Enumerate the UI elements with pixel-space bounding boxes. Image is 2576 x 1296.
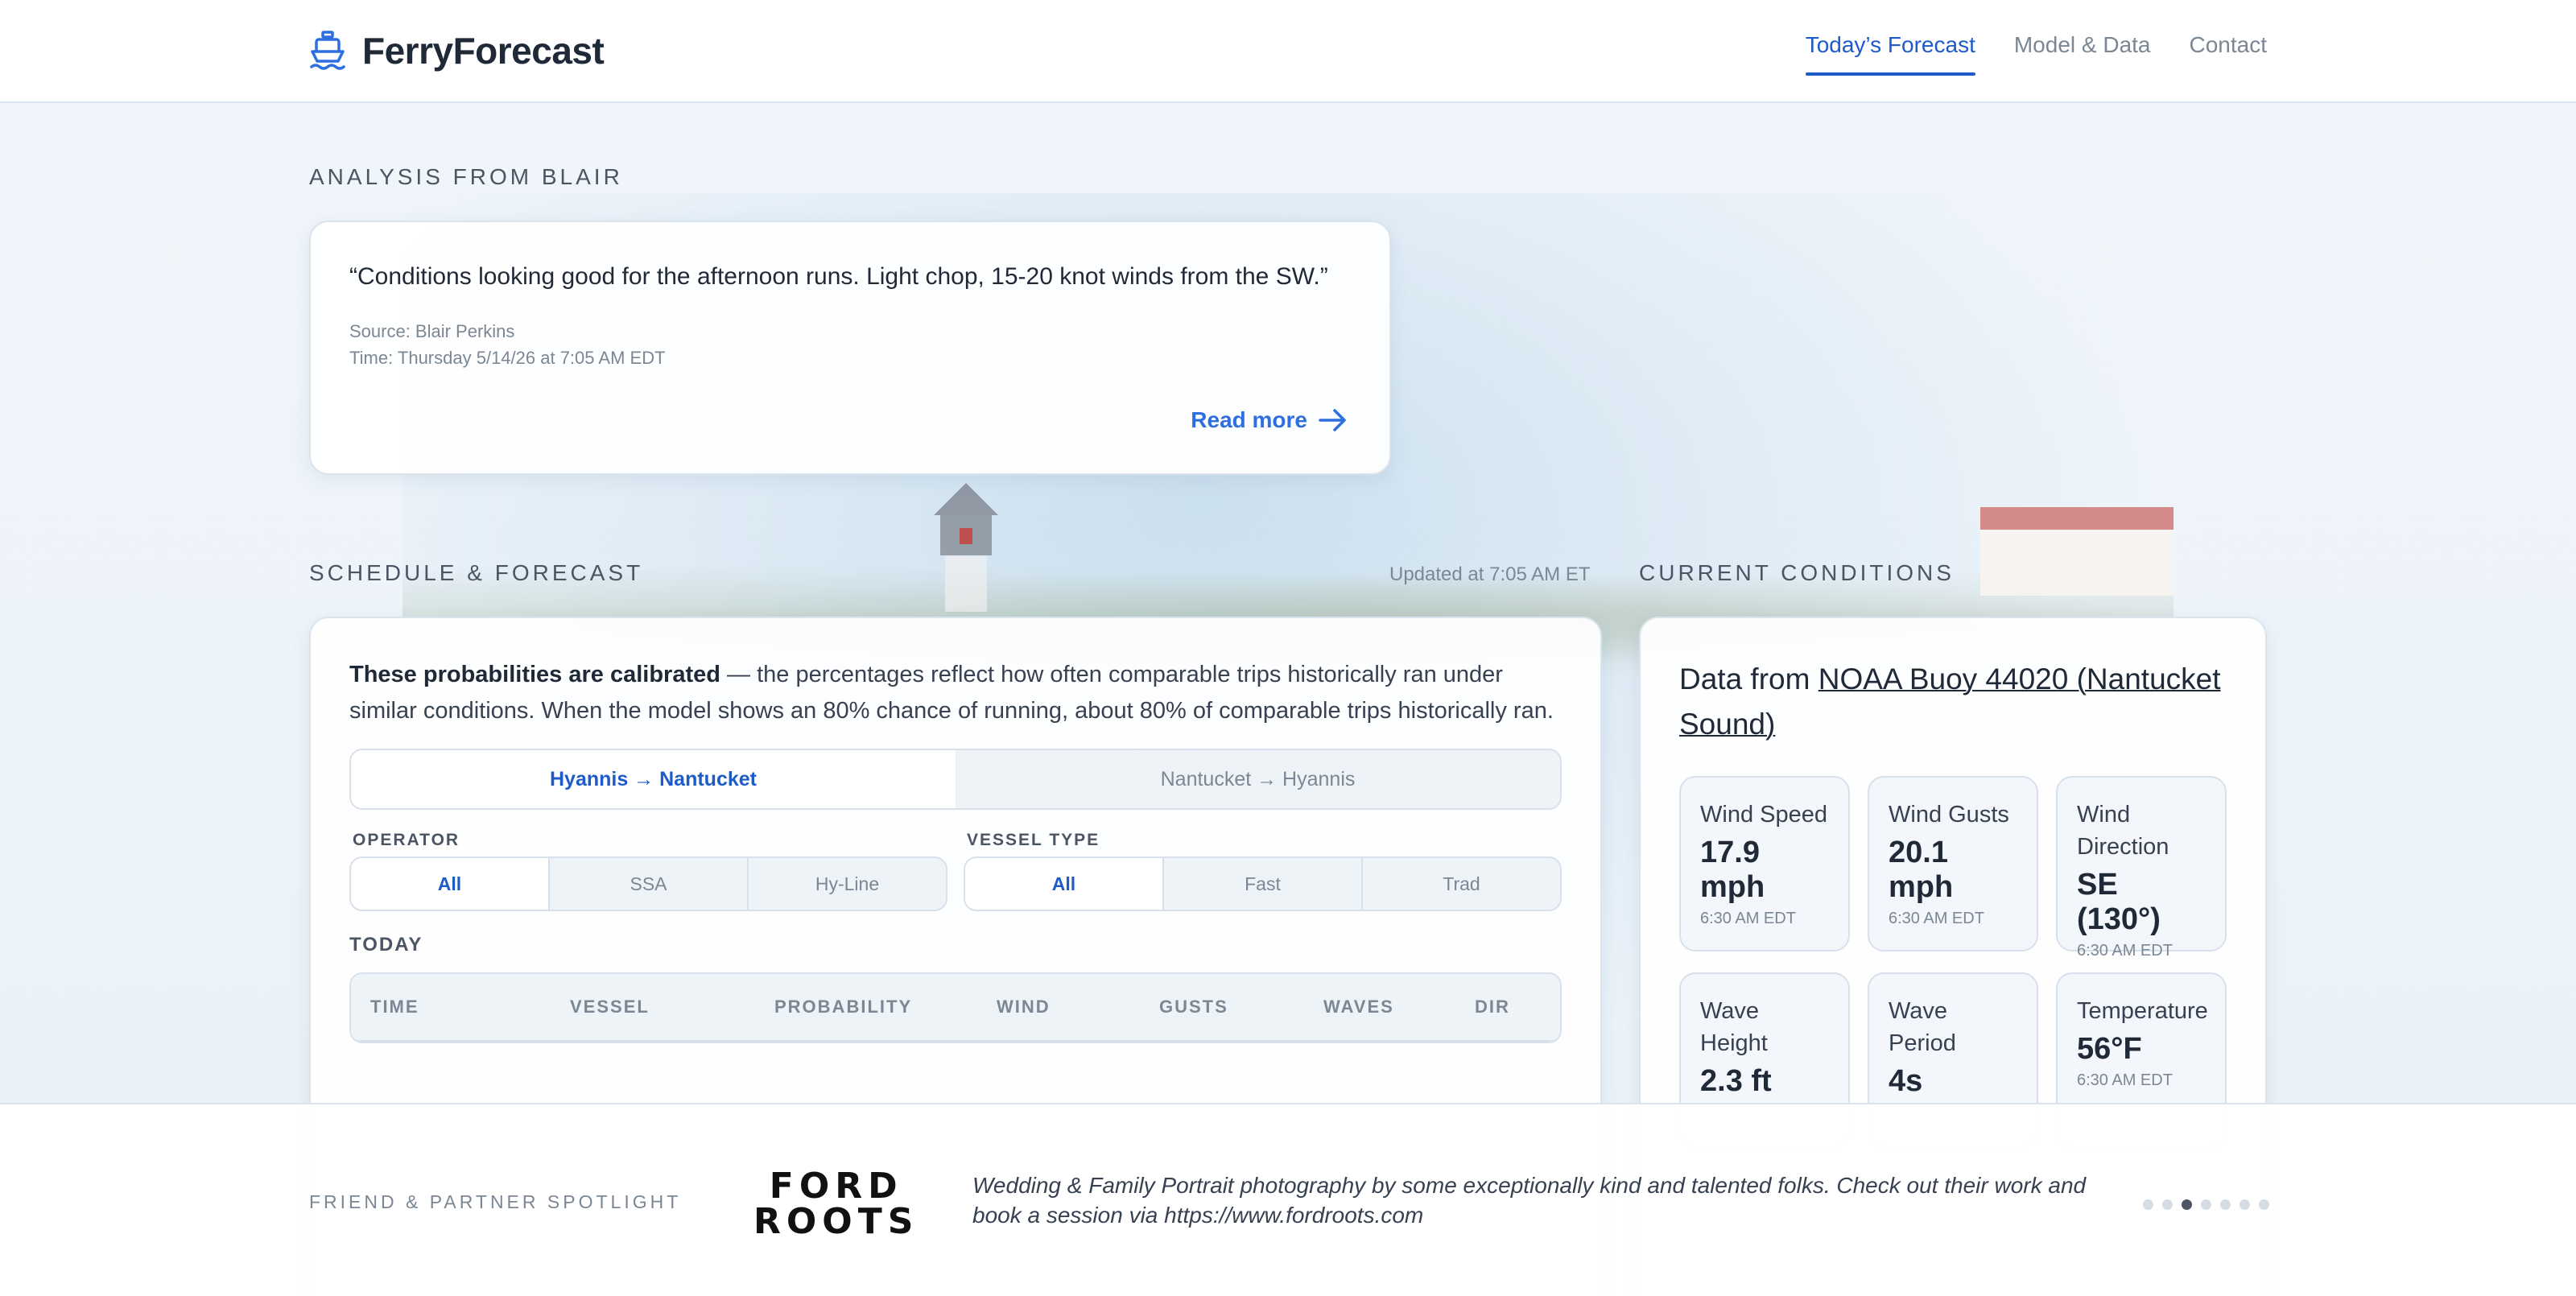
tile-time: 6:30 AM EDT bbox=[2077, 1071, 2173, 1089]
vessel-all[interactable]: All bbox=[965, 858, 1164, 910]
calibration-bold: These probabilities are calibrated bbox=[349, 662, 720, 687]
route-nantucket-hyannis[interactable]: Nantucket → Hyannis bbox=[956, 750, 1560, 808]
analysis-section-title: ANALYSIS FROM BLAIR bbox=[309, 164, 623, 189]
data-from-label: Data from bbox=[1679, 662, 1818, 695]
lighthouse-illustration bbox=[934, 483, 998, 612]
tile-value: 2.3 ft bbox=[1700, 1064, 1772, 1098]
tile-label: Temperature bbox=[2077, 998, 2208, 1024]
ford-roots-logo[interactable]: FORD ROOTS bbox=[753, 1169, 919, 1240]
col-gusts[interactable]: GUSTS bbox=[1159, 997, 1323, 1017]
tile-value: 4s bbox=[1889, 1064, 1923, 1098]
top-navigation-bar: FerryForecast Today’s Forecast Model & D… bbox=[0, 0, 2576, 103]
tile-label: Wave Period bbox=[1889, 998, 1956, 1056]
carousel-dot-active[interactable] bbox=[2182, 1199, 2192, 1210]
col-wind[interactable]: WIND bbox=[997, 997, 1159, 1017]
partner-description: Wedding & Family Portrait photography by… bbox=[972, 1173, 2087, 1228]
tile-value: 56°F bbox=[2077, 1032, 2142, 1066]
carousel-dot[interactable] bbox=[2143, 1199, 2153, 1210]
tile-wind-gusts: Wind Gusts 20.1 mph 6:30 AM EDT bbox=[1868, 776, 2038, 951]
tile-time: 6:30 AM EDT bbox=[2077, 942, 2173, 960]
carousel-dot[interactable] bbox=[2201, 1199, 2211, 1210]
operator-segmented-control: All SSA Hy-Line bbox=[349, 856, 947, 911]
partner-spotlight-label: FRIEND & PARTNER SPOTLIGHT bbox=[309, 1191, 682, 1212]
vessel-fast[interactable]: Fast bbox=[1164, 858, 1363, 910]
schedule-table: TIME VESSEL PROBABILITY WIND GUSTS WAVES… bbox=[349, 972, 1562, 1043]
filters: OPERATOR All SSA Hy-Line VESSEL TYPE All… bbox=[349, 831, 1562, 911]
analysis-quote: “Conditions looking good for the afterno… bbox=[349, 263, 1328, 290]
logo-line-2: ROOTS bbox=[753, 1201, 919, 1242]
col-waves[interactable]: WAVES bbox=[1323, 997, 1475, 1017]
brand-name: FerryForecast bbox=[362, 30, 605, 72]
operator-all[interactable]: All bbox=[351, 858, 550, 910]
read-more-label: Read more bbox=[1191, 407, 1307, 432]
carousel-dot[interactable] bbox=[2162, 1199, 2173, 1210]
logo-line-1: FORD bbox=[769, 1166, 903, 1207]
conditions-section-title: CURRENT CONDITIONS bbox=[1639, 560, 1955, 585]
vessel-trad[interactable]: Trad bbox=[1363, 858, 1560, 910]
carousel-dots bbox=[2143, 1199, 2269, 1210]
conditions-source: Data from NOAA Buoy 44020 (Nantucket Sou… bbox=[1679, 657, 2227, 747]
tile-time: 6:30 AM EDT bbox=[1700, 910, 1796, 927]
nav-todays-forecast[interactable]: Today’s Forecast bbox=[1805, 32, 1976, 76]
tile-label: Wave Height bbox=[1700, 998, 1768, 1056]
operator-hy-line[interactable]: Hy-Line bbox=[749, 858, 946, 910]
analysis-meta: Source: Blair Perkins Time: Thursday 5/1… bbox=[349, 318, 1351, 371]
tile-value: 17.9 mph bbox=[1700, 836, 1765, 904]
col-vessel[interactable]: VESSEL bbox=[570, 997, 774, 1017]
operator-ssa[interactable]: SSA bbox=[550, 858, 749, 910]
nav-contact[interactable]: Contact bbox=[2190, 32, 2268, 76]
operator-filter: OPERATOR All SSA Hy-Line bbox=[349, 831, 947, 911]
ferry-icon bbox=[310, 31, 345, 70]
conditions-tiles: Wind Speed 17.9 mph 6:30 AM EDT Wind Gus… bbox=[1679, 776, 2227, 1148]
tile-label: Wind Speed bbox=[1700, 802, 1827, 828]
calibration-note: These probabilities are calibrated — the… bbox=[349, 657, 1562, 729]
tile-label: Wind Direction bbox=[2077, 802, 2169, 860]
schedule-section-title: SCHEDULE & FORECAST bbox=[309, 560, 644, 585]
vessel-type-label: VESSEL TYPE bbox=[967, 831, 1100, 849]
carousel-dot[interactable] bbox=[2220, 1199, 2231, 1210]
read-more-link[interactable]: Read more bbox=[1191, 407, 1348, 433]
today-heading: TODAY bbox=[349, 934, 423, 955]
tile-wind-speed: Wind Speed 17.9 mph 6:30 AM EDT bbox=[1679, 776, 1850, 951]
analysis-time: Time: Thursday 5/14/26 at 7:05 AM EDT bbox=[349, 348, 666, 368]
route-hyannis-nantucket[interactable]: Hyannis → Nantucket bbox=[351, 750, 956, 808]
tile-label: Wind Gusts bbox=[1889, 802, 2009, 828]
updated-timestamp: Updated at 7:05 AM ET bbox=[1389, 563, 1591, 585]
col-dir[interactable]: DIR bbox=[1475, 997, 1555, 1017]
vessel-type-segmented-control: All Fast Trad bbox=[964, 856, 1562, 911]
analysis-card: “Conditions looking good for the afterno… bbox=[309, 221, 1391, 475]
route-toggle: Hyannis → Nantucket Nantucket → Hyannis bbox=[349, 749, 1562, 810]
vessel-type-filter: VESSEL TYPE All Fast Trad bbox=[964, 831, 1562, 911]
carousel-dot[interactable] bbox=[2240, 1199, 2250, 1210]
col-time[interactable]: TIME bbox=[370, 997, 570, 1017]
tile-value: 20.1 mph bbox=[1889, 836, 1954, 904]
tile-value: SE (130°) bbox=[2077, 868, 2161, 936]
house-illustration bbox=[1980, 507, 2174, 596]
tile-wind-direction: Wind Direction SE (130°) 6:30 AM EDT bbox=[2056, 776, 2227, 960]
col-probability[interactable]: PROBABILITY bbox=[774, 997, 997, 1017]
partner-spotlight-bar: FRIEND & PARTNER SPOTLIGHT FORD ROOTS We… bbox=[0, 1103, 2576, 1296]
arrow-right-icon bbox=[1319, 409, 1346, 431]
schedule-table-header: TIME VESSEL PROBABILITY WIND GUSTS WAVES… bbox=[351, 974, 1560, 1042]
brand[interactable]: FerryForecast bbox=[309, 29, 605, 72]
main-nav: Today’s Forecast Model & Data Contact bbox=[1805, 32, 2268, 76]
analysis-source: Source: Blair Perkins bbox=[349, 321, 515, 341]
carousel-dot[interactable] bbox=[2259, 1199, 2269, 1210]
operator-label: OPERATOR bbox=[353, 831, 460, 849]
tile-time: 6:30 AM EDT bbox=[1889, 910, 1984, 927]
nav-model-data[interactable]: Model & Data bbox=[2014, 32, 2151, 76]
